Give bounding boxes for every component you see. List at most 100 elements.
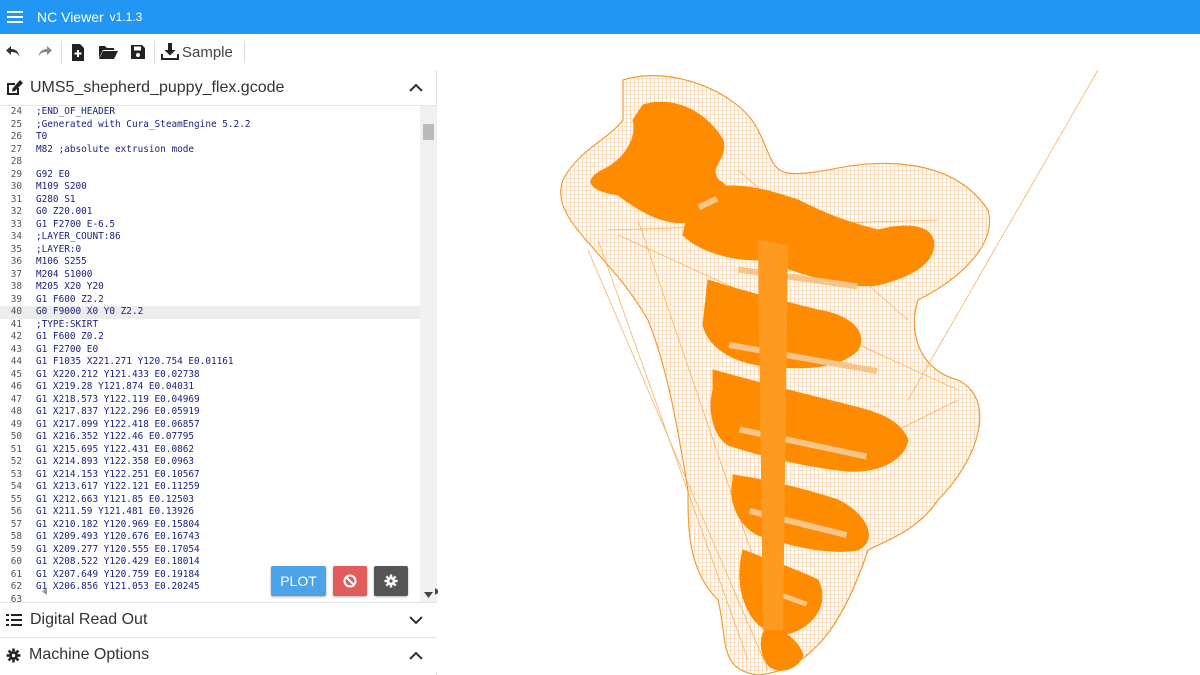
line-number: 38 bbox=[10, 281, 22, 292]
code-line[interactable]: 25 ;Generated with Cura_SteamEngine 5.2.2 bbox=[0, 119, 420, 132]
code-line[interactable]: 44 G1 F1035 X221.271 Y120.754 E0.01161 bbox=[0, 356, 420, 369]
line-text: G1 X214.893 Y122.358 E0.0963 bbox=[36, 456, 195, 467]
line-number: 34 bbox=[10, 231, 22, 242]
code-line[interactable]: 59 G1 X209.277 Y120.555 E0.17054 bbox=[0, 544, 420, 557]
editor-horizontal-scrollbar[interactable] bbox=[28, 584, 448, 598]
code-line[interactable]: 26 T0 bbox=[0, 131, 420, 144]
open-folder-button[interactable] bbox=[95, 38, 121, 66]
code-line[interactable]: 56 G1 X211.59 Y121.481 E0.13926 bbox=[0, 506, 420, 519]
toolpath-viewer[interactable] bbox=[438, 70, 1200, 675]
line-number: 39 bbox=[10, 293, 22, 305]
code-line[interactable]: 29 G92 E0 bbox=[0, 169, 420, 182]
code-line[interactable]: 35 ;LAYER:0 bbox=[0, 244, 420, 257]
line-text: G1 F600 Z0.2 bbox=[36, 331, 104, 342]
code-line[interactable]: 52 G1 X214.893 Y122.358 E0.0963 bbox=[0, 456, 420, 469]
redo-button[interactable] bbox=[34, 38, 56, 66]
undo-icon bbox=[6, 46, 20, 57]
undo-button[interactable] bbox=[2, 38, 24, 66]
line-text: G1 X209.493 Y120.676 E0.16743 bbox=[36, 531, 200, 542]
code-line[interactable]: 58 G1 X209.493 Y120.676 E0.16743 bbox=[0, 531, 420, 544]
code-line[interactable]: 28 bbox=[0, 156, 420, 169]
menu-icon[interactable] bbox=[7, 11, 23, 23]
line-number: 57 bbox=[10, 518, 22, 530]
list-icon bbox=[6, 614, 22, 626]
chevron-up-icon[interactable] bbox=[409, 651, 423, 660]
file-header[interactable]: UMS5_shepherd_puppy_flex.gcode bbox=[0, 70, 437, 106]
code-line[interactable]: 34 ;LAYER_COUNT:86 bbox=[0, 231, 420, 244]
code-line[interactable]: 55 G1 X212.663 Y121.85 E0.12503 bbox=[0, 494, 420, 507]
line-number: 32 bbox=[10, 206, 22, 217]
code-line[interactable]: 46 G1 X219.28 Y121.874 E0.04031 bbox=[0, 381, 420, 394]
code-line[interactable]: 32 G0 Z20.001 bbox=[0, 206, 420, 219]
app-title: NC Viewer bbox=[37, 9, 104, 25]
code-line[interactable]: 40 G0 F9000 X0 Y0 Z2.2 bbox=[0, 306, 420, 319]
line-text: T0 bbox=[36, 131, 48, 142]
line-number: 54 bbox=[10, 481, 22, 492]
code-line[interactable]: 27 M82 ;absolute extrusion mode bbox=[0, 144, 420, 157]
editor-vertical-scrollbar[interactable] bbox=[420, 106, 437, 604]
code-line[interactable]: 36 M106 S255 bbox=[0, 256, 420, 269]
code-line[interactable]: 45 G1 X220.212 Y121.433 E0.02738 bbox=[0, 369, 420, 382]
line-number: 24 bbox=[10, 106, 22, 117]
gcode-editor[interactable]: 24 ;END_OF_HEADER 25 ;Generated with Cura_S… bbox=[0, 106, 420, 604]
code-line[interactable]: 43 G1 F2700 E0 bbox=[0, 344, 420, 357]
code-line[interactable]: 49 G1 X217.099 Y122.418 E0.06857 bbox=[0, 419, 420, 432]
code-line[interactable]: 30 M109 S200 bbox=[0, 181, 420, 194]
line-text: M82 ;absolute extrusion mode bbox=[36, 143, 195, 155]
code-line[interactable]: 53 G1 X214.153 Y122.251 E0.10567 bbox=[0, 469, 420, 482]
code-line[interactable]: 41 ;TYPE:SKIRT bbox=[0, 319, 420, 332]
line-text: G1 F2700 E-6.5 bbox=[36, 218, 116, 230]
line-number: 42 bbox=[10, 331, 22, 342]
code-line[interactable]: 31 G280 S1 bbox=[0, 194, 420, 207]
line-text: G1 X216.352 Y122.46 E0.07795 bbox=[36, 431, 195, 442]
code-line[interactable]: 50 G1 X216.352 Y122.46 E0.07795 bbox=[0, 431, 420, 444]
editor-pane: UMS5_shepherd_puppy_flex.gcode 24 ;END_OF… bbox=[0, 70, 440, 675]
line-number: 58 bbox=[10, 531, 22, 542]
machine-options-panel[interactable]: Machine Options bbox=[0, 637, 437, 672]
line-text: G1 X213.617 Y122.121 E0.11259 bbox=[36, 481, 200, 492]
line-number: 26 bbox=[10, 131, 22, 142]
line-number: 41 bbox=[10, 318, 22, 330]
code-line[interactable]: 54 G1 X213.617 Y122.121 E0.11259 bbox=[0, 481, 420, 494]
code-line[interactable]: 47 G1 X218.573 Y122.119 E0.04969 bbox=[0, 394, 420, 407]
code-line[interactable]: 38 M205 X20 Y20 bbox=[0, 281, 420, 294]
line-number: 53 bbox=[10, 468, 22, 480]
line-text: M205 X20 Y20 bbox=[36, 281, 104, 292]
line-text: G92 E0 bbox=[36, 168, 70, 180]
code-line[interactable]: 37 M204 S1000 bbox=[0, 269, 420, 282]
code-line[interactable]: 48 G1 X217.837 Y122.296 E0.05919 bbox=[0, 406, 420, 419]
line-number: 29 bbox=[10, 168, 22, 180]
new-file-icon bbox=[72, 43, 84, 61]
sample-button[interactable]: Sample bbox=[160, 38, 239, 66]
code-line[interactable]: 57 G1 X210.182 Y120.969 E0.15804 bbox=[0, 519, 420, 532]
line-text: ;TYPE:SKIRT bbox=[36, 318, 99, 330]
chevron-down-icon[interactable] bbox=[409, 615, 423, 625]
download-icon bbox=[161, 43, 179, 60]
line-number: 46 bbox=[10, 381, 22, 392]
line-text: M109 S200 bbox=[36, 181, 87, 192]
line-text: ;LAYER:0 bbox=[36, 243, 82, 255]
code-line[interactable]: 51 G1 X215.695 Y122.431 E0.0862 bbox=[0, 444, 420, 457]
machine-options-label: Machine Options bbox=[29, 646, 150, 663]
line-number: 31 bbox=[10, 193, 22, 205]
line-number: 44 bbox=[10, 356, 22, 367]
code-line[interactable]: 33 G1 F2700 E-6.5 bbox=[0, 219, 420, 232]
chevron-up-icon[interactable] bbox=[409, 83, 423, 92]
save-button[interactable] bbox=[127, 38, 149, 66]
digital-read-out-panel[interactable]: Digital Read Out bbox=[0, 602, 437, 637]
code-line[interactable]: 42 G1 F600 Z0.2 bbox=[0, 331, 420, 344]
code-line[interactable]: 24 ;END_OF_HEADER bbox=[0, 106, 420, 119]
line-number: 60 bbox=[10, 556, 22, 567]
line-number: 62 bbox=[10, 581, 22, 592]
new-file-button[interactable] bbox=[67, 38, 89, 66]
scrollbar-thumb[interactable] bbox=[423, 124, 434, 140]
line-text: G1 X217.837 Y122.296 E0.05919 bbox=[36, 406, 200, 417]
scroll-left-icon[interactable] bbox=[42, 588, 47, 595]
line-text: G1 F2700 E0 bbox=[36, 343, 99, 355]
edit-icon bbox=[7, 79, 23, 95]
line-number: 30 bbox=[10, 181, 22, 192]
sample-label: Sample bbox=[182, 43, 233, 61]
toolpath-render[interactable] bbox=[438, 70, 1200, 675]
line-number: 43 bbox=[10, 343, 22, 355]
code-line[interactable]: 39 G1 F600 Z2.2 bbox=[0, 294, 420, 307]
